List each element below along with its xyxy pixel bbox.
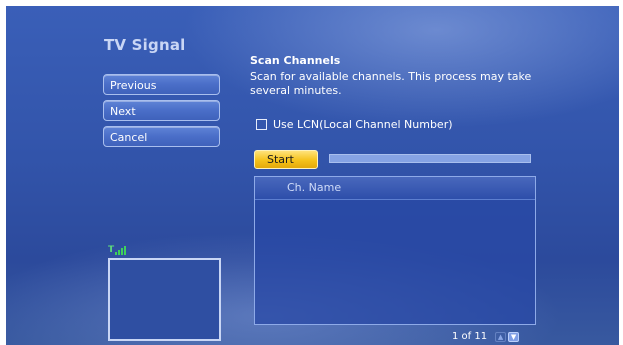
lcn-checkbox[interactable]: Use LCN(Local Channel Number) xyxy=(256,118,453,131)
lcn-checkbox-label: Use LCN(Local Channel Number) xyxy=(273,118,453,131)
signal-bar xyxy=(115,252,118,255)
pager: 1 of 11 ▲ ▼ xyxy=(452,331,520,342)
video-preview xyxy=(108,258,221,341)
chevron-up-icon[interactable]: ▲ xyxy=(495,331,507,342)
column-header-ch-name: Ch. Name xyxy=(255,177,535,200)
signal-bar xyxy=(121,248,124,255)
media-center-screen: TV Signal Previous Next Cancel 𝗧 Scan Ch… xyxy=(6,6,619,345)
chevron-down-icon[interactable]: ▼ xyxy=(508,331,520,342)
channel-list[interactable]: Ch. Name xyxy=(254,176,536,325)
previous-button[interactable]: Previous xyxy=(103,74,220,95)
start-button[interactable]: Start xyxy=(254,150,318,169)
cancel-button[interactable]: Cancel xyxy=(103,126,220,147)
scan-progress-bar xyxy=(329,154,531,163)
section-title: Scan Channels xyxy=(250,54,341,67)
next-button[interactable]: Next xyxy=(103,100,220,121)
page-title: TV Signal xyxy=(104,36,186,54)
section-description: Scan for available channels. This proces… xyxy=(250,70,532,97)
signal-bar xyxy=(118,250,121,255)
signal-strength-icon: 𝗧 xyxy=(108,245,127,255)
page-indicator: 1 of 11 xyxy=(452,331,488,342)
checkbox-box[interactable] xyxy=(256,119,267,130)
antenna-icon: 𝗧 xyxy=(108,245,115,255)
signal-bar xyxy=(124,246,127,255)
